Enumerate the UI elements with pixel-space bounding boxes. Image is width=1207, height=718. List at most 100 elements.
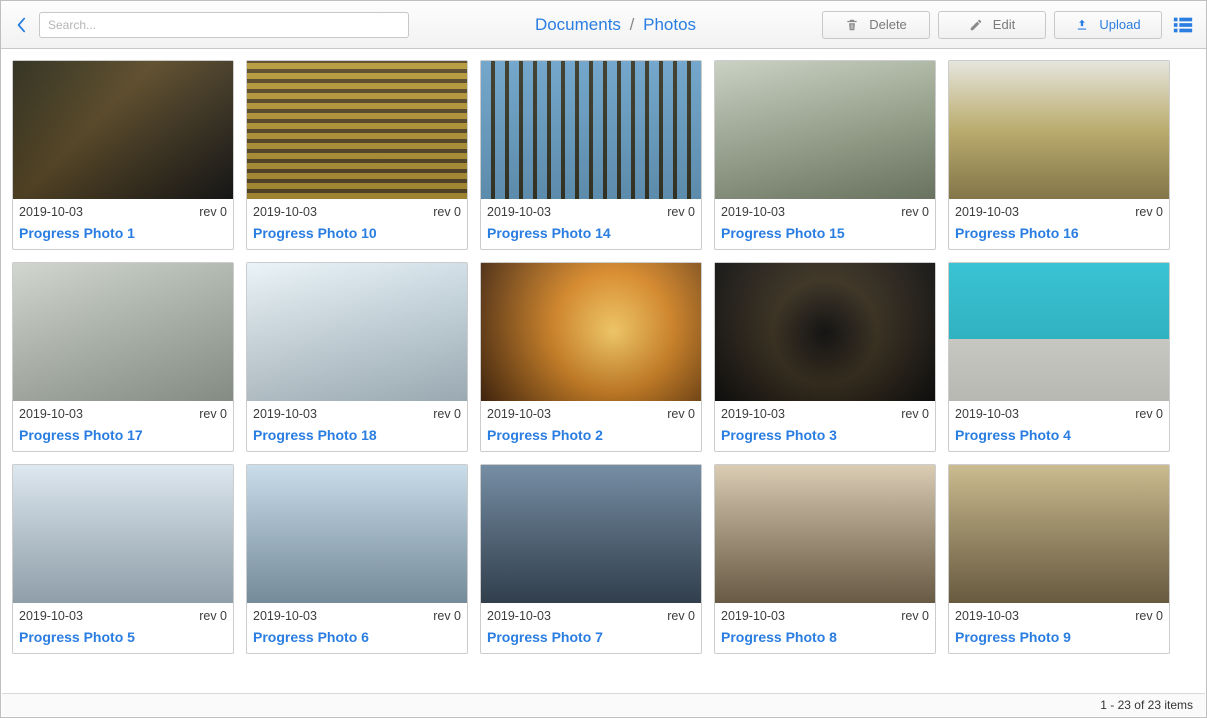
photo-date: 2019-10-03 xyxy=(19,407,83,421)
search-input[interactable] xyxy=(39,12,409,38)
photo-title: Progress Photo 2 xyxy=(481,423,701,451)
trash-icon xyxy=(845,18,859,32)
photo-meta: 2019-10-03rev 0 xyxy=(13,401,233,423)
photo-title: Progress Photo 8 xyxy=(715,625,935,653)
photo-meta: 2019-10-03 rev 0 xyxy=(481,603,701,625)
edit-button[interactable]: Edit xyxy=(938,11,1046,39)
photo-meta: 2019-10-03 rev 0 xyxy=(247,199,467,221)
toolbar: Documents / Photos Delete Edit Upload xyxy=(1,1,1206,49)
edit-label: Edit xyxy=(993,17,1015,32)
photo-title: Progress Photo 6 xyxy=(247,625,467,653)
photo-meta: 2019-10-03 rev 0 xyxy=(13,199,233,221)
photo-title: Progress Photo 5 xyxy=(13,625,233,653)
photo-rev: rev 0 xyxy=(901,609,929,623)
photo-meta: 2019-10-03 rev 0 xyxy=(13,603,233,625)
photo-date: 2019-10-03 xyxy=(19,205,83,219)
photo-rev: rev 0 xyxy=(901,205,929,219)
photo-card[interactable]: 2019-10-03rev 0Progress Photo 7 xyxy=(480,464,702,654)
photo-meta: 2019-10-03 rev 0 xyxy=(481,401,701,423)
photo-title: Progress Photo 17 xyxy=(13,423,233,451)
photo-thumbnail xyxy=(949,61,1169,199)
photo-rev: rev 0 xyxy=(1135,407,1163,421)
photo-thumbnail xyxy=(13,465,233,603)
photo-thumbnail xyxy=(247,61,467,199)
photo-thumbnail xyxy=(247,263,467,401)
photo-grid: 2019-10-03 rev 0 Progress Photo 1 2019-10-0… xyxy=(8,56,1201,658)
photo-date: 2019-10-03 xyxy=(721,407,785,421)
photo-rev: rev 0 xyxy=(433,609,461,623)
photo-date: 2019-10-03 xyxy=(19,609,83,623)
photo-date: 2019-10-03 xyxy=(253,609,317,623)
photo-card[interactable]: 2019-10-03 rev 0 Progress Photo 1 xyxy=(12,60,234,250)
content-scroll[interactable]: 2019-10-03 rev 0 Progress Photo 1 2019-10-0… xyxy=(2,50,1205,692)
photo-card[interactable]: 2019-10-03 rev 0 Progress Photo 5 xyxy=(12,464,234,654)
photo-rev: rev 0 xyxy=(199,609,227,623)
photo-thumbnail xyxy=(13,61,233,199)
photo-rev: rev 0 xyxy=(433,205,461,219)
photo-meta: 2019-10-03 rev 0 xyxy=(715,401,935,423)
photo-date: 2019-10-03 xyxy=(487,205,551,219)
photo-rev: rev 0 xyxy=(1135,205,1163,219)
breadcrumb-current[interactable]: Photos xyxy=(643,15,696,34)
back-button[interactable] xyxy=(11,11,31,39)
photo-thumbnail xyxy=(715,263,935,401)
photo-thumbnail xyxy=(247,465,467,603)
photo-card[interactable]: 2019-10-03 rev 0 Progress Photo 3 xyxy=(714,262,936,452)
photo-meta: 2019-10-03 rev 0 xyxy=(949,603,1169,625)
photo-thumbnail xyxy=(481,61,701,199)
photo-thumbnail xyxy=(481,465,701,603)
photo-card[interactable]: 2019-10-03 rev 0 Progress Photo 4 xyxy=(948,262,1170,452)
photo-title: Progress Photo 3 xyxy=(715,423,935,451)
photo-card[interactable]: 2019-10-03rev 0Progress Photo 14 xyxy=(480,60,702,250)
photo-date: 2019-10-03 xyxy=(721,205,785,219)
delete-button[interactable]: Delete xyxy=(822,11,930,39)
photo-date: 2019-10-03 xyxy=(253,205,317,219)
photo-card[interactable]: 2019-10-03 rev 0 Progress Photo 8 xyxy=(714,464,936,654)
photo-title: Progress Photo 10 xyxy=(247,221,467,249)
photo-thumbnail xyxy=(13,263,233,401)
photo-rev: rev 0 xyxy=(433,407,461,421)
list-icon xyxy=(1172,14,1194,36)
list-view-toggle[interactable] xyxy=(1170,12,1196,38)
photo-title: Progress Photo 15 xyxy=(715,221,935,249)
photo-date: 2019-10-03 xyxy=(487,609,551,623)
photo-card[interactable]: 2019-10-03rev 0Progress Photo 16 xyxy=(948,60,1170,250)
photo-card[interactable]: 2019-10-03 rev 0 Progress Photo 6 xyxy=(246,464,468,654)
photo-rev: rev 0 xyxy=(1135,609,1163,623)
photo-rev: rev 0 xyxy=(667,407,695,421)
photo-date: 2019-10-03 xyxy=(253,407,317,421)
breadcrumb-sep: / xyxy=(630,15,635,34)
photo-card[interactable]: 2019-10-03rev 0Progress Photo 17 xyxy=(12,262,234,452)
photo-thumbnail xyxy=(715,465,935,603)
photo-thumbnail xyxy=(949,263,1169,401)
photo-title: Progress Photo 16 xyxy=(949,221,1169,249)
photo-meta: 2019-10-03 rev 0 xyxy=(715,199,935,221)
photo-card[interactable]: 2019-10-03 rev 0 Progress Photo 2 xyxy=(480,262,702,452)
status-bar: 1 - 23 of 23 items xyxy=(2,693,1205,716)
breadcrumb-root[interactable]: Documents xyxy=(535,15,621,34)
photo-thumbnail xyxy=(715,61,935,199)
upload-icon xyxy=(1075,18,1089,32)
photo-title: Progress Photo 1 xyxy=(13,221,233,249)
photo-rev: rev 0 xyxy=(901,407,929,421)
photo-card[interactable]: 2019-10-03rev 0Progress Photo 9 xyxy=(948,464,1170,654)
photo-card[interactable]: 2019-10-03 rev 0 Progress Photo 15 xyxy=(714,60,936,250)
photo-date: 2019-10-03 xyxy=(487,407,551,421)
photo-rev: rev 0 xyxy=(199,205,227,219)
upload-label: Upload xyxy=(1099,17,1140,32)
photo-thumbnail xyxy=(481,263,701,401)
upload-button[interactable]: Upload xyxy=(1054,11,1162,39)
photo-title: Progress Photo 4 xyxy=(949,423,1169,451)
toolbar-buttons: Delete Edit Upload xyxy=(822,11,1196,39)
photo-date: 2019-10-03 xyxy=(721,609,785,623)
photo-date: 2019-10-03 xyxy=(955,609,1019,623)
photo-rev: rev 0 xyxy=(667,205,695,219)
photo-meta: 2019-10-03rev 0 xyxy=(949,199,1169,221)
photo-thumbnail xyxy=(949,465,1169,603)
chevron-left-icon xyxy=(16,17,26,33)
photo-rev: rev 0 xyxy=(667,609,695,623)
photo-date: 2019-10-03 xyxy=(955,407,1019,421)
status-text: 1 - 23 of 23 items xyxy=(1100,698,1193,712)
photo-card[interactable]: 2019-10-03 rev 0 Progress Photo 10 xyxy=(246,60,468,250)
photo-card[interactable]: 2019-10-03rev 0Progress Photo 18 xyxy=(246,262,468,452)
